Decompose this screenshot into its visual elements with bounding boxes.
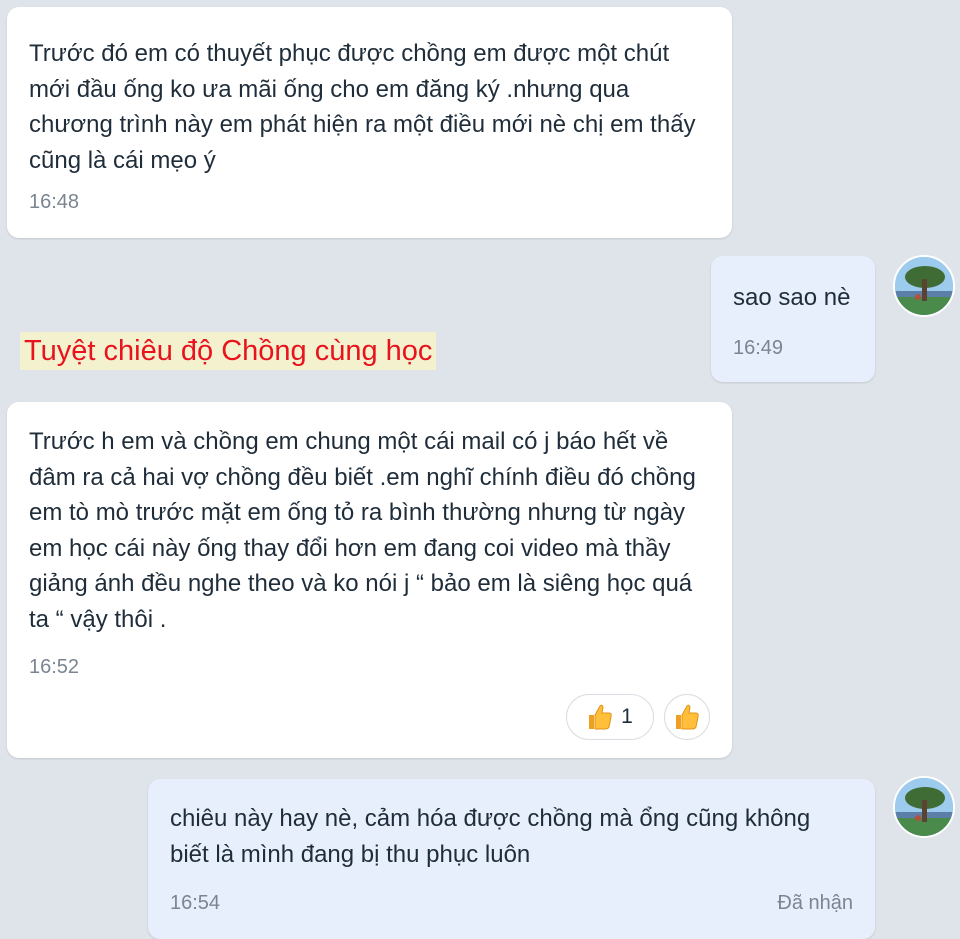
- message-text: chiêu này hay nè, cảm hóa được chồng mà …: [170, 805, 817, 868]
- message-text: Trước đó em có thuyết phục được chồng em…: [29, 40, 703, 174]
- thumbs-up-icon: [674, 703, 700, 731]
- message-bubble-incoming[interactable]: Trước h em và chồng em chung một cái mai…: [7, 402, 732, 758]
- message-time: 16:52: [29, 656, 80, 678]
- user-avatar[interactable]: [893, 776, 955, 838]
- reaction-count: 1: [621, 705, 633, 728]
- user-avatar[interactable]: [893, 255, 955, 317]
- message-time: 16:48: [29, 191, 80, 213]
- delivery-status: Đã nhận: [777, 892, 853, 914]
- message-text: Trước h em và chồng em chung một cái mai…: [29, 428, 703, 633]
- reaction-summary[interactable]: 1: [566, 694, 654, 740]
- message-time: 16:54: [170, 892, 221, 914]
- message-time: 16:49: [733, 337, 784, 359]
- thumbs-up-icon: [587, 703, 613, 731]
- message-bubble-outgoing[interactable]: sao sao nè 16:49: [711, 256, 875, 382]
- add-reaction-button[interactable]: [664, 694, 710, 740]
- message-bubble-outgoing[interactable]: chiêu này hay nè, cảm hóa được chồng mà …: [148, 779, 875, 939]
- caption-overlay: Tuyệt chiêu độ Chồng cùng học: [20, 332, 437, 370]
- message-bubble-incoming[interactable]: Trước đó em có thuyết phục được chồng em…: [7, 7, 732, 238]
- message-text: sao sao nè: [733, 284, 851, 311]
